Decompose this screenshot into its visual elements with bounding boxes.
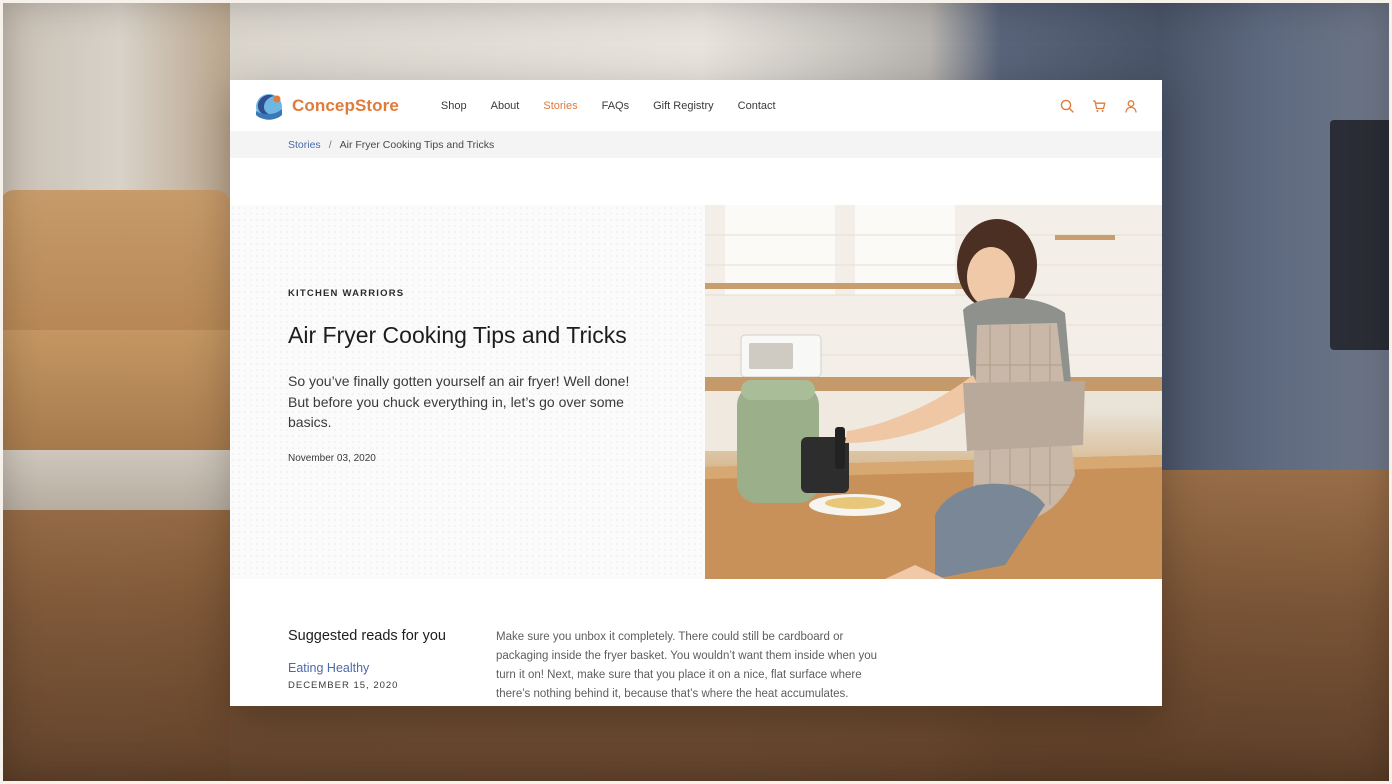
header-icons (1060, 99, 1138, 113)
breadcrumb: Stories / Air Fryer Cooking Tips and Tri… (230, 131, 1162, 158)
logo-mark-icon (256, 93, 282, 120)
nav-item-gift-registry[interactable]: Gift Registry (653, 100, 714, 112)
article-title: Air Fryer Cooking Tips and Tricks (288, 322, 627, 348)
main-nav: Shop About Stories FAQs Gift Registry Co… (441, 100, 776, 112)
article-hero: KITCHEN WARRIORS Air Fryer Cooking Tips … (230, 158, 1162, 579)
background-speaker (1330, 120, 1392, 350)
search-icon[interactable] (1060, 99, 1074, 113)
user-icon[interactable] (1124, 99, 1138, 113)
hero-text: KITCHEN WARRIORS Air Fryer Cooking Tips … (288, 288, 638, 464)
hero-illustration (705, 205, 1162, 579)
nav-item-about[interactable]: About (491, 100, 520, 112)
nav-item-contact[interactable]: Contact (738, 100, 776, 112)
article-body-text: Make sure you unbox it completely. There… (496, 631, 878, 700)
cart-icon[interactable] (1092, 99, 1106, 113)
article-category: KITCHEN WARRIORS (288, 288, 405, 299)
background-sofa-seat (0, 330, 230, 450)
suggested-read-date: DECEMBER 15, 2020 (288, 680, 399, 691)
logo-text: ConcepStore (292, 95, 399, 115)
site-header: ConcepStore Shop About Stories FAQs Gift… (230, 80, 1162, 131)
suggested-reads: Suggested reads for you Eating Healthy D… (288, 628, 478, 691)
logo[interactable]: ConcepStore (254, 91, 399, 121)
nav-item-stories[interactable]: Stories (543, 100, 577, 112)
website-window: ConcepStore Shop About Stories FAQs Gift… (230, 80, 1162, 706)
article-date: November 03, 2020 (288, 452, 376, 464)
article-lede: So you’ve finally gotten yourself an air… (288, 373, 630, 430)
nav-item-shop[interactable]: Shop (441, 100, 467, 112)
breadcrumb-separator: / (328, 138, 332, 151)
breadcrumb-current: Air Fryer Cooking Tips and Tricks (339, 138, 495, 151)
hero-image (705, 205, 1162, 579)
breadcrumb-stories-link[interactable]: Stories (288, 139, 321, 151)
suggested-read-link[interactable]: Eating Healthy (288, 661, 478, 675)
nav-item-faqs[interactable]: FAQs (602, 100, 630, 112)
suggested-reads-heading: Suggested reads for you (288, 628, 446, 644)
